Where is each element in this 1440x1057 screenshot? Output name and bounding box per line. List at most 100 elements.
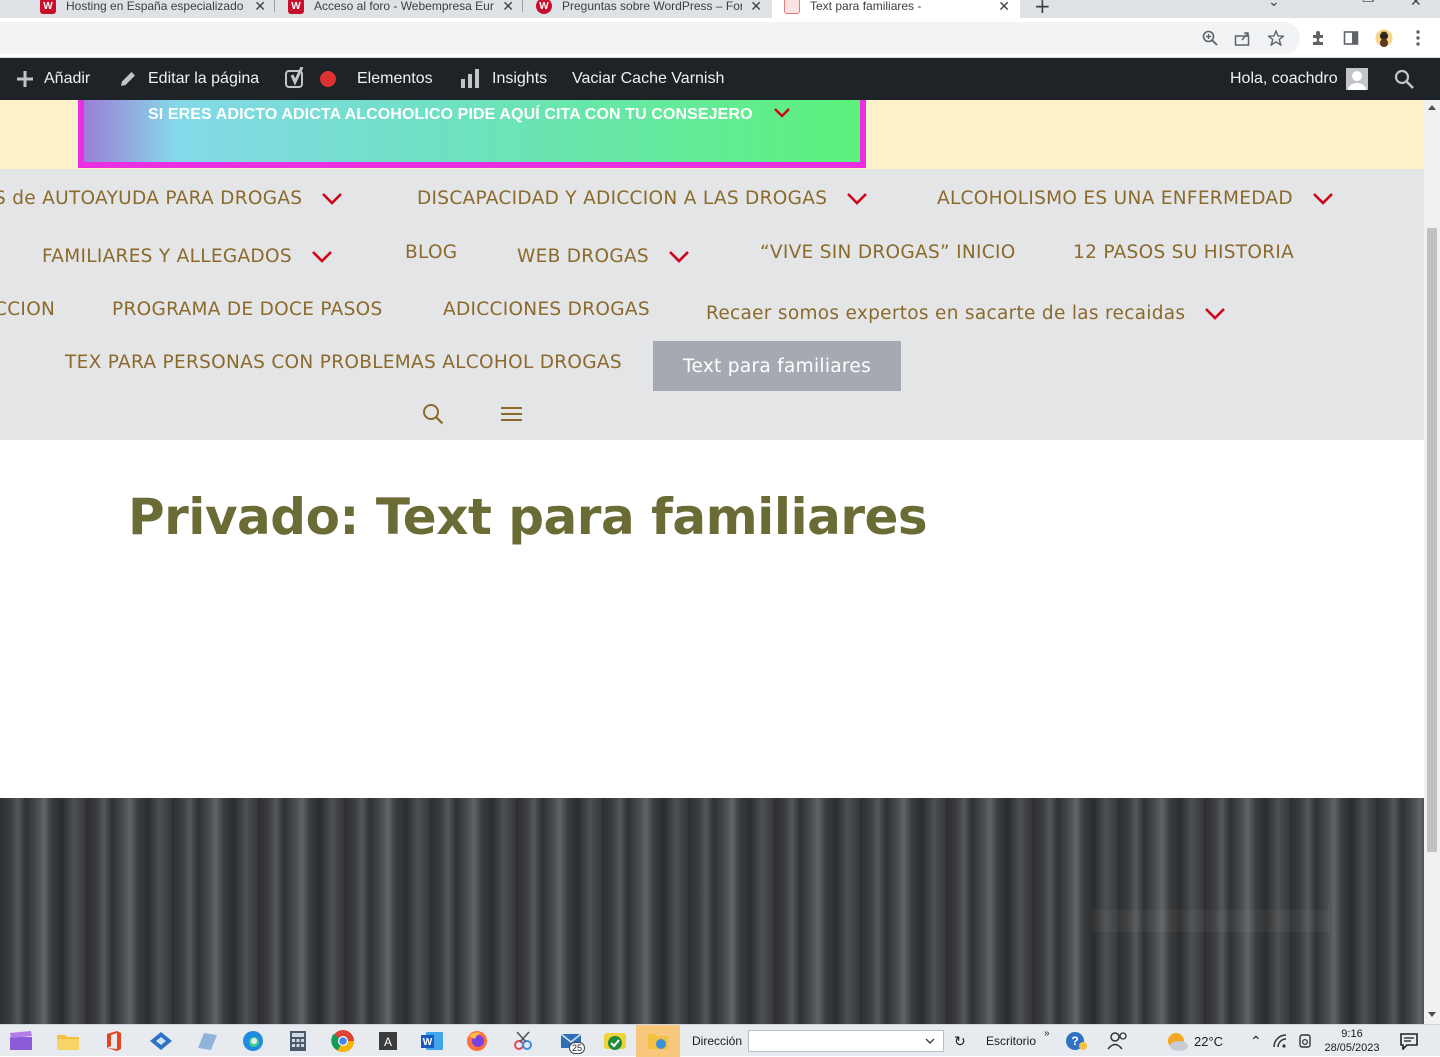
nav-item-recaer[interactable]: Recaer somos expertos en sacarte de las … (706, 303, 1226, 324)
page-scrollbar[interactable] (1424, 100, 1440, 1024)
nav-item-label: ADICCIONES DROGAS (443, 299, 650, 320)
system-clock[interactable]: 9:16 28/05/2023 (1312, 1027, 1392, 1055)
admin-edit-page-link[interactable]: Editar la página (118, 58, 259, 100)
nav-item-adiccion-partial[interactable]: CCION (0, 299, 55, 320)
new-tab-button[interactable]: + (1034, 0, 1051, 18)
taskbar-desktop-label[interactable]: Escritorio (986, 1025, 1036, 1057)
browser-tab-4-active[interactable]: Text para familiares - ✕ (772, 0, 1020, 18)
nav-item-familiares[interactable]: FAMILIARES Y ALLEGADOS (42, 246, 332, 267)
nav-item-adicciones-drogas[interactable]: ADICCIONES DROGAS (443, 299, 650, 320)
bar-chart-icon (461, 69, 479, 88)
nav-item-label: S de AUTOAYUDA PARA DROGAS (0, 188, 303, 209)
chevron-down-icon[interactable] (925, 1038, 935, 1045)
svg-text:?: ? (1071, 1034, 1078, 1048)
address-bar[interactable] (0, 22, 1300, 54)
chevron-down-icon[interactable] (1205, 307, 1226, 320)
nav-item-vive-sin-drogas[interactable]: “VIVE SIN DROGAS” INICIO (760, 242, 1016, 263)
nav-item-web-drogas[interactable]: WEB DROGAS (517, 246, 689, 267)
extensions-icon[interactable] (1308, 28, 1328, 48)
security-check-icon[interactable] (602, 1029, 628, 1053)
scrollbar-thumb[interactable] (1427, 228, 1437, 852)
zoom-icon[interactable] (1200, 28, 1220, 48)
close-tab-icon[interactable]: ✕ (750, 0, 762, 15)
nav-item-tex-personas[interactable]: TEX PARA PERSONAS CON PROBLEMAS ALCOHOL … (65, 352, 622, 373)
show-hidden-icons-chevron-icon[interactable]: ⌃ (1250, 1025, 1262, 1057)
pencil-icon (121, 72, 135, 86)
restore-window-icon[interactable]: ❐ (1362, 0, 1375, 6)
notes-app-icon[interactable] (194, 1029, 220, 1053)
browser-tab-1[interactable]: W Hosting en España especializado ✕ (28, 0, 276, 18)
close-tab-icon[interactable]: ✕ (254, 0, 266, 15)
nav-search-button[interactable] (422, 403, 444, 429)
nav-item-autoayuda-drogas[interactable]: S de AUTOAYUDA PARA DROGAS (0, 188, 343, 209)
remote-desktop-icon[interactable] (148, 1029, 174, 1053)
tab-search-icon[interactable]: ⌄ (1268, 0, 1280, 10)
browser-toolbar (0, 18, 1440, 58)
plus-icon (17, 71, 33, 87)
calculator-icon[interactable] (285, 1029, 311, 1053)
chevron-down-icon[interactable] (322, 192, 343, 205)
weather-temperature[interactable]: 22°C (1194, 1025, 1223, 1057)
appointment-banner[interactable]: SI ERES ADICTO ADICTA ALCOHOLICO PIDE AQ… (78, 100, 866, 168)
nav-item-label: Recaer somos expertos en sacarte de las … (706, 303, 1186, 324)
weather-icon[interactable] (1164, 1029, 1190, 1053)
nav-item-programa-doce-pasos[interactable]: PROGRAMA DE DOCE PASOS (112, 299, 383, 320)
file-explorer-icon[interactable] (55, 1029, 81, 1053)
toolbar-overflow-icon[interactable]: » (1044, 1017, 1050, 1049)
browser-tab-3[interactable]: W Preguntas sobre WordPress – For ✕ (524, 0, 772, 18)
help-app-icon[interactable]: ? (1064, 1029, 1090, 1053)
wp-admin-bar: Añadir Editar la página Elementos Insigh… (0, 58, 1440, 100)
browser-tab-2[interactable]: W Acceso al foro - Webempresa Eur ✕ (276, 0, 524, 18)
clapperboard-app-icon[interactable] (8, 1029, 34, 1053)
people-app-icon[interactable] (1104, 1029, 1130, 1053)
admin-yoast-seo-menu[interactable] (284, 58, 336, 100)
nav-menu-toggle[interactable] (501, 405, 523, 427)
share-icon[interactable] (1233, 28, 1253, 48)
admin-greeting: Hola, coachdro (1230, 70, 1338, 87)
scroll-up-arrow-icon[interactable] (1428, 105, 1436, 110)
admin-add-new-menu[interactable]: Añadir (16, 58, 90, 100)
scroll-down-arrow-icon[interactable] (1428, 1012, 1436, 1017)
office-icon[interactable] (101, 1029, 127, 1053)
page-viewport: SI ERES ADICTO ADICTA ALCOHOLICO PIDE AQ… (0, 100, 1424, 1024)
active-window-app-icon[interactable] (636, 1025, 680, 1057)
hamburger-menu-icon (501, 407, 522, 421)
firefox-icon[interactable] (464, 1029, 490, 1053)
chevron-down-icon[interactable] (311, 250, 332, 263)
taskbar-address-input[interactable] (748, 1030, 944, 1052)
snipping-tool-icon[interactable] (510, 1029, 536, 1053)
side-panel-icon[interactable] (1341, 28, 1361, 48)
nav-item-label: ALCOHOLISMO ES UNA ENFERMEDAD (937, 188, 1293, 209)
admin-search-button[interactable] (1394, 58, 1424, 100)
edge-browser-icon[interactable] (240, 1029, 266, 1053)
bookmark-star-icon[interactable] (1266, 28, 1286, 48)
chrome-browser-icon[interactable] (330, 1029, 356, 1053)
chevron-down-icon[interactable] (1313, 192, 1333, 205)
admin-purge-varnish-button[interactable]: Vaciar Cache Varnish (572, 58, 724, 100)
profile-avatar-icon[interactable] (1374, 28, 1394, 48)
word-icon[interactable]: W (419, 1029, 445, 1053)
nav-item-12-pasos-historia[interactable]: 12 PASOS SU HISTORIA (1073, 242, 1294, 263)
browser-menu-icon[interactable] (1408, 28, 1428, 48)
nav-item-label: WEB DROGAS (517, 246, 649, 267)
admin-my-account-menu[interactable]: Hola, coachdro (1230, 58, 1368, 100)
page-title: Privado: Text para familiares (128, 488, 928, 546)
font-app-icon[interactable]: A (375, 1029, 401, 1053)
nav-item-text-familiares-current[interactable]: Text para familiares (653, 341, 902, 391)
admin-insights-menu[interactable]: Insights (460, 58, 547, 100)
admin-elements-menu[interactable]: Elementos (357, 58, 433, 100)
nav-item-discapacidad[interactable]: DISCAPACIDAD Y ADICCION A LAS DROGAS (417, 188, 868, 209)
notifications-icon[interactable] (1396, 1029, 1422, 1053)
close-tab-icon[interactable]: ✕ (502, 0, 514, 15)
chevron-down-icon[interactable] (669, 250, 689, 263)
wifi-icon[interactable] (1268, 1029, 1294, 1053)
nav-item-blog[interactable]: BLOG (405, 242, 457, 263)
mail-app-icon[interactable]: 25 (555, 1029, 591, 1054)
close-tab-icon[interactable]: ✕ (998, 0, 1010, 15)
svg-text:W: W (423, 1037, 433, 1048)
refresh-address-icon[interactable]: ↻ (954, 1025, 966, 1057)
nav-item-alcoholismo[interactable]: ALCOHOLISMO ES UNA ENFERMEDAD (937, 188, 1333, 209)
close-window-icon[interactable]: ✕ (1410, 0, 1422, 10)
webempresa-favicon-icon: W (536, 0, 552, 14)
chevron-down-icon[interactable] (847, 192, 868, 205)
